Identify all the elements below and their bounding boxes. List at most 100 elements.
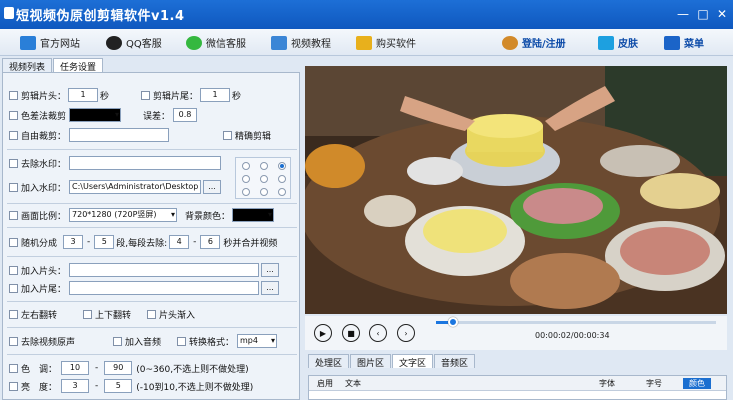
tab-text[interactable]: 文字区 [392, 354, 434, 369]
video-frame-image [305, 66, 727, 314]
position-radio[interactable] [278, 188, 286, 196]
fade-in-row: 片头渐入 [147, 306, 195, 322]
split-max-input[interactable]: 5 [94, 235, 115, 249]
browse-watermark-button[interactable]: ... [203, 180, 222, 194]
aspect-select[interactable]: 720*1280 (720P竖屏) [69, 208, 178, 222]
position-radio[interactable] [242, 162, 250, 170]
login-register-button[interactable]: 登陆/注册 [502, 33, 566, 52]
add-watermark-checkbox[interactable] [9, 182, 18, 192]
window-title: 短视频伪原创剪辑软件v1.4 [16, 9, 185, 24]
brightness-min-input[interactable]: 3 [61, 379, 90, 393]
remove-audio-row: 去除视频原声 [9, 333, 75, 349]
fade-in-checkbox[interactable] [147, 309, 156, 319]
player-controls: ▶ ■ ‹ › 00:00:02/00:00:34 [305, 316, 727, 350]
position-radio[interactable] [260, 175, 268, 183]
text-table: 启用 文本 字体 字号 颜色 [308, 375, 727, 400]
hue-max-input[interactable]: 90 [104, 361, 133, 375]
add-tail-row: 加入片尾： ... [9, 280, 280, 296]
play-icon[interactable]: ▶ [314, 324, 332, 342]
tab-task-settings[interactable]: 任务设置 [53, 58, 104, 73]
remove-min-input[interactable]: 4 [169, 235, 190, 249]
trim-head-checkbox[interactable] [9, 90, 18, 100]
add-audio-checkbox[interactable] [113, 336, 122, 346]
brightness-max-input[interactable]: 5 [104, 379, 133, 393]
free-crop-row: 自由裁剪： [9, 127, 170, 143]
hue-checkbox[interactable] [9, 363, 18, 373]
flip-lr-checkbox[interactable] [9, 309, 18, 319]
tab-processing[interactable]: 处理区 [308, 354, 350, 369]
col-color: 颜色 [683, 378, 711, 389]
trim-head-input[interactable]: 1 [68, 88, 99, 102]
trim-head-row: 剪辑片头： 1 秒 [9, 87, 109, 103]
tab-audio[interactable]: 音频区 [434, 354, 476, 369]
trim-tail-checkbox[interactable] [141, 90, 150, 100]
divider [7, 256, 297, 257]
video-preview[interactable] [305, 66, 727, 314]
format-select[interactable]: mp4 [237, 334, 278, 348]
menu-grid-icon [664, 35, 680, 50]
position-radio[interactable] [260, 162, 268, 170]
position-radio[interactable] [278, 162, 286, 170]
tab-images[interactable]: 图片区 [350, 354, 392, 369]
position-radio[interactable] [242, 175, 250, 183]
position-radio[interactable] [278, 175, 286, 183]
wechat-service-button[interactable]: 微信客服 [186, 33, 246, 52]
skin-button[interactable]: 皮肤 [598, 33, 638, 52]
hue-min-input[interactable]: 10 [61, 361, 90, 375]
divider [7, 227, 297, 228]
toolbar: 官方网站 QQ客服 微信客服 视频教程 购买软件 登陆/注册 皮肤 菜单 [0, 29, 733, 56]
trim-tail-input[interactable]: 1 [200, 88, 231, 102]
qq-service-button[interactable]: QQ客服 [106, 33, 162, 52]
precise-clip-checkbox[interactable] [223, 130, 232, 140]
bg-color-select[interactable] [232, 208, 275, 222]
close-icon[interactable]: ✕ [715, 7, 729, 21]
maximize-icon[interactable]: □ [696, 7, 710, 21]
remove-watermark-checkbox[interactable] [9, 158, 18, 168]
tail-path-input[interactable] [69, 281, 260, 295]
error-input[interactable]: 0.8 [173, 108, 198, 122]
split-min-input[interactable]: 3 [63, 235, 84, 249]
remove-watermark-input[interactable] [69, 156, 222, 170]
add-tail-checkbox[interactable] [9, 283, 18, 293]
brightness-checkbox[interactable] [9, 381, 18, 391]
minimize-icon[interactable]: — [676, 7, 690, 21]
browse-tail-button[interactable]: ... [261, 281, 280, 295]
position-radio[interactable] [260, 188, 268, 196]
prev-icon[interactable]: ‹ [369, 324, 387, 342]
menu-button[interactable]: 菜单 [664, 33, 704, 52]
head-path-input[interactable] [69, 263, 260, 277]
precise-clip-row: 精确剪辑 [223, 127, 271, 143]
random-split-checkbox[interactable] [9, 237, 18, 247]
task-settings-panel: 剪辑片头： 1 秒 剪辑片尾： 1 秒 色差法裁剪 误差： 0.8 自由裁剪： … [2, 72, 300, 400]
stop-icon[interactable]: ■ [342, 324, 360, 342]
progress-track[interactable] [436, 317, 716, 327]
brightness-row: 亮 度： 3 - 5 (-10到10,不选上则不做处理) [9, 378, 253, 394]
buy-software-button[interactable]: 购买软件 [356, 33, 416, 52]
col-font: 字体 [599, 379, 615, 388]
color-crop-checkbox[interactable] [9, 110, 18, 120]
browse-head-button[interactable]: ... [261, 263, 280, 277]
free-crop-checkbox[interactable] [9, 130, 18, 140]
next-icon[interactable]: › [397, 324, 415, 342]
remove-audio-checkbox[interactable] [9, 336, 18, 346]
random-split-row: 随机分成 3 - 5 段,每段去除: 4 - 6 秒并合并视频 [9, 234, 277, 250]
watermark-path-input[interactable]: C:\Users\Administrator\Desktop [69, 180, 202, 194]
crop-color-select[interactable] [69, 108, 122, 122]
remove-max-input[interactable]: 6 [200, 235, 221, 249]
format-checkbox[interactable] [177, 336, 186, 346]
crown-icon [356, 35, 372, 50]
add-head-checkbox[interactable] [9, 265, 18, 275]
progress-knob[interactable] [447, 317, 458, 327]
format-row: 转换格式： mp4 [177, 333, 278, 349]
color-crop-row: 色差法裁剪 误差： 0.8 [9, 107, 198, 123]
user-icon [502, 35, 518, 50]
aspect-checkbox[interactable] [9, 210, 18, 220]
free-crop-input[interactable] [69, 128, 170, 142]
video-tutorial-button[interactable]: 视频教程 [271, 33, 331, 52]
flip-ud-checkbox[interactable] [83, 309, 92, 319]
position-radio[interactable] [242, 188, 250, 196]
tab-video-list[interactable]: 视频列表 [2, 58, 53, 73]
col-text: 文本 [345, 379, 361, 388]
divider [7, 149, 297, 150]
official-site-button[interactable]: 官方网站 [20, 33, 80, 52]
